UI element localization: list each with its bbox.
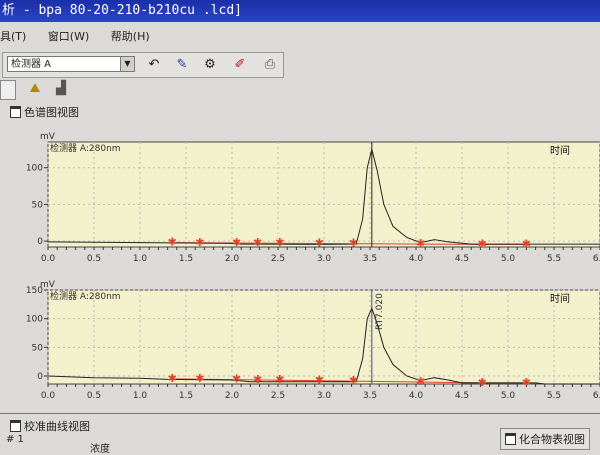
- x-tick-label: 0.5: [87, 391, 101, 401]
- x-tick-label: 2.5: [271, 391, 285, 401]
- y-tick-label: 50: [32, 200, 44, 210]
- x-tick-label: 1.0: [133, 254, 148, 264]
- x-tick-label: 6.0: [593, 254, 600, 264]
- integration-marker: ✱: [253, 236, 262, 249]
- y-tick-label: 50: [32, 343, 44, 353]
- x-tick-label: 2.5: [271, 254, 285, 264]
- integration-marker: ✱: [253, 373, 262, 386]
- x-tick-label: 2.0: [225, 254, 240, 264]
- y-tick-label: 100: [26, 315, 43, 325]
- x-tick-label: 5.0: [501, 254, 516, 264]
- time-label: 时间: [550, 292, 570, 305]
- integration-marker: ✱: [416, 375, 425, 388]
- chromatogram-plots: 0.0 0.5 1.0 1.5 2.0 2.5 3.0 3.5 4.0 4.5 5.0 5.5 6.0 0…: [26, 132, 600, 401]
- x-tick-label: 1.0: [133, 391, 148, 401]
- integration-marker: ✱: [478, 376, 487, 389]
- integration-marker: ✱: [416, 237, 425, 250]
- compound-view-title: 化合物表视图: [519, 433, 585, 446]
- integration-marker: ✱: [275, 373, 284, 386]
- x-tick-label: 1.5: [179, 254, 193, 264]
- calibration-view-title: 校准曲线视图: [24, 420, 90, 433]
- integration-marker: ✱: [522, 237, 531, 250]
- integration-marker: ✱: [232, 236, 241, 249]
- integration-marker: ✱: [232, 373, 241, 386]
- y-tick-label: 0: [37, 237, 43, 247]
- integration-marker: ✱: [195, 372, 204, 385]
- integration-marker: ✱: [168, 236, 177, 249]
- calibration-row-label: # 1: [6, 434, 24, 445]
- x-tick-label: 5.5: [547, 254, 561, 264]
- x-tick-label: 4.5: [455, 391, 469, 401]
- y-tick-label: 100: [26, 164, 43, 174]
- x-tick-label: 0.0: [41, 391, 56, 401]
- x-tick-label: 3.0: [317, 391, 332, 401]
- x-tick-label: 5.0: [501, 391, 516, 401]
- x-tick-label: 5.5: [547, 391, 561, 401]
- y-tick-label: 0: [37, 372, 43, 382]
- calibration-col-label: 浓度: [90, 444, 110, 455]
- retention-label: RT7.020: [375, 293, 385, 330]
- integration-marker: ✱: [168, 372, 177, 385]
- integration-marker: ✱: [478, 237, 487, 250]
- y-axis-label: mV: [40, 280, 56, 290]
- integration-marker: ✱: [349, 374, 358, 387]
- integration-marker: ✱: [315, 236, 324, 249]
- integration-marker: ✱: [349, 237, 358, 250]
- x-tick-label: 4.0: [409, 391, 424, 401]
- x-tick-label: 4.5: [455, 254, 469, 264]
- integration-marker: ✱: [522, 376, 531, 389]
- time-label: 时间: [550, 144, 570, 157]
- integration-marker: ✱: [275, 236, 284, 249]
- x-tick-label: 3.0: [317, 254, 332, 264]
- x-tick-label: 6.0: [593, 391, 600, 401]
- integration-marker: ✱: [315, 374, 324, 387]
- x-tick-label: 3.5: [363, 391, 377, 401]
- x-tick-label: 3.5: [363, 254, 377, 264]
- window-icon[interactable]: [505, 433, 516, 445]
- x-tick-label: 2.0: [225, 391, 240, 401]
- compound-view-header: 化合物表视图: [500, 428, 590, 450]
- calibration-view-header: 校准曲线视图: [10, 418, 90, 434]
- x-tick-label: 4.0: [409, 254, 424, 264]
- trace-title: 检测器 A:280nm: [50, 142, 121, 154]
- y-axis-label: mV: [40, 132, 56, 142]
- x-tick-label: 1.5: [179, 391, 193, 401]
- integration-marker: ✱: [195, 236, 204, 249]
- x-tick-label: 0.5: [87, 254, 101, 264]
- trace-title: 检测器 A:280nm: [50, 290, 121, 302]
- window-icon[interactable]: [10, 420, 21, 432]
- divider: [0, 413, 600, 414]
- x-tick-label: 0.0: [41, 254, 56, 264]
